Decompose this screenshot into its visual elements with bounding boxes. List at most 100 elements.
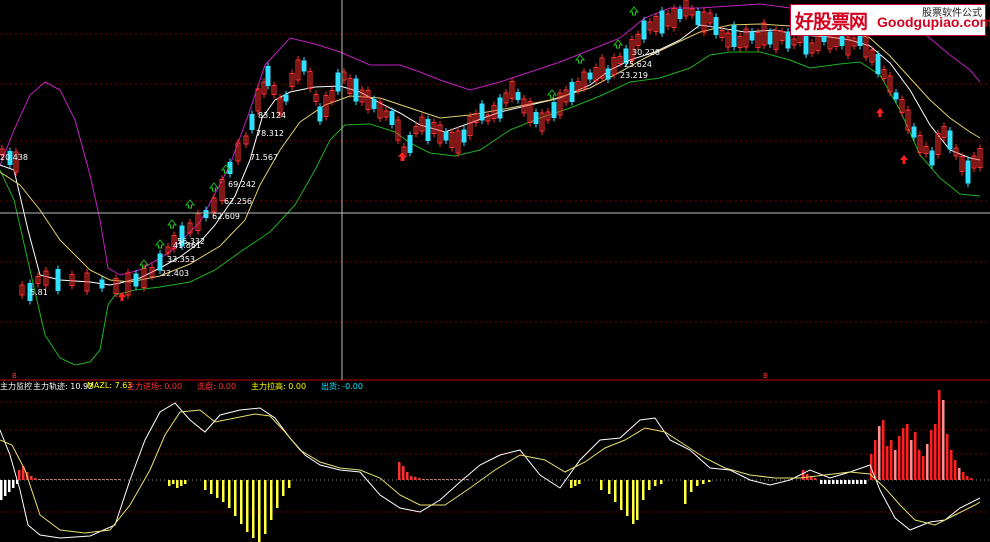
histogram-bar xyxy=(848,480,851,484)
price-label: 62.256 xyxy=(224,197,252,206)
candle-body xyxy=(249,114,255,130)
price-label: 5.81 xyxy=(30,288,48,297)
histogram-bar xyxy=(78,479,81,480)
histogram-bar xyxy=(62,479,65,480)
candle-body xyxy=(283,94,289,102)
histogram-bar xyxy=(216,480,219,498)
histogram-bar xyxy=(836,480,839,484)
histogram-bar xyxy=(12,480,15,488)
buy-arrow-icon xyxy=(876,108,884,117)
price-labels: 20.4385.8122.40333.35341.86156.33262.609… xyxy=(0,48,660,297)
histogram-bar xyxy=(642,480,645,500)
histogram-bar xyxy=(438,479,441,480)
histogram-bar xyxy=(636,480,639,520)
histogram-bar xyxy=(58,479,61,480)
candle-body xyxy=(569,82,575,102)
histogram-bar xyxy=(410,476,413,480)
histogram-bar xyxy=(578,480,581,484)
candle-body xyxy=(497,97,503,119)
buy-arrow-icon xyxy=(900,155,908,164)
histogram-bar xyxy=(942,400,945,480)
signal-arrow-icon xyxy=(574,54,586,64)
candle-body xyxy=(965,160,971,184)
trajectory-line xyxy=(0,402,981,539)
candle-body xyxy=(893,92,899,100)
histogram-bar xyxy=(958,468,961,480)
histogram-bar xyxy=(288,480,291,488)
mid-line xyxy=(0,24,981,286)
histogram-bar xyxy=(832,480,835,484)
histogram-bar xyxy=(570,480,573,488)
signal-arrow-icon xyxy=(166,219,178,229)
histogram-bar xyxy=(648,480,651,490)
candle-body xyxy=(515,92,521,100)
histogram-bar xyxy=(168,480,171,486)
histogram-bar xyxy=(922,456,925,480)
candle-body xyxy=(803,33,809,55)
legend-item-4: 洗盘: 0.00 xyxy=(197,382,237,391)
legend-item-6: 出货: -0.00 xyxy=(321,382,363,391)
histogram-bar xyxy=(270,480,273,520)
histogram-bar xyxy=(890,440,893,480)
watermark-logo: 好股票网 Goodgupiao.com 股票软件公式 xyxy=(790,4,990,36)
candle-body xyxy=(929,150,935,166)
legend-item-2: MAZL: 7.63 xyxy=(87,381,133,390)
histogram-bar xyxy=(824,480,827,484)
histogram-bar xyxy=(54,479,57,480)
histogram-bar xyxy=(106,479,109,480)
histogram-bar xyxy=(38,479,41,480)
histogram-bar xyxy=(874,440,877,480)
histogram-bar xyxy=(814,478,817,480)
candle-body xyxy=(99,279,105,289)
histogram-bar xyxy=(50,479,53,480)
histogram-bar xyxy=(422,479,425,480)
histogram-bar xyxy=(844,480,847,484)
histogram-bar xyxy=(970,478,973,480)
candle-body xyxy=(767,31,773,45)
histogram-bar xyxy=(228,480,231,508)
histogram-bar xyxy=(620,480,623,510)
histogram-bar xyxy=(426,479,429,480)
histogram-bar xyxy=(600,480,603,490)
histogram-bar xyxy=(418,478,421,480)
price-label: 30.228 xyxy=(632,48,660,57)
histogram-bar xyxy=(246,480,249,532)
candle-body xyxy=(911,126,917,138)
histogram-bar xyxy=(660,480,663,484)
histogram-bar xyxy=(914,432,917,480)
histogram-bar xyxy=(966,476,969,480)
candle-body xyxy=(947,130,953,150)
histogram-bar xyxy=(42,479,45,480)
histogram-bar xyxy=(252,480,255,538)
signal-arrow-icon xyxy=(628,6,640,16)
histogram-bar xyxy=(864,480,867,484)
candle-body xyxy=(479,103,485,121)
histogram-bar xyxy=(204,480,207,490)
histogram-bar xyxy=(110,479,113,480)
signal-arrow-icon xyxy=(612,39,624,49)
histogram-bar xyxy=(930,430,933,480)
chart-canvas: 20.4385.8122.40333.35341.86156.33262.609… xyxy=(0,0,990,542)
candle-body xyxy=(353,78,359,102)
histogram-bars xyxy=(0,390,973,542)
candle-body xyxy=(389,111,395,125)
candle-body xyxy=(749,31,755,41)
histogram-bar xyxy=(962,472,965,480)
legend-item-1: 主力轨迹: 10.92 xyxy=(33,382,94,391)
histogram-bar xyxy=(574,480,577,486)
histogram-bar xyxy=(820,480,823,484)
candle-body xyxy=(443,131,449,141)
price-label: 83.124 xyxy=(258,111,286,120)
histogram-bar xyxy=(222,480,225,502)
candle-body xyxy=(587,72,593,80)
histogram-bar xyxy=(614,480,617,502)
signal-arrow-icon xyxy=(154,239,166,249)
candle-body xyxy=(605,68,611,80)
candle-body xyxy=(335,72,341,92)
histogram-bar xyxy=(626,480,629,516)
histogram-bar xyxy=(828,480,831,484)
histogram-bar xyxy=(118,479,121,480)
histogram-bar xyxy=(454,479,457,480)
histogram-bar xyxy=(898,436,901,480)
signal-arrow-icon xyxy=(546,89,558,99)
